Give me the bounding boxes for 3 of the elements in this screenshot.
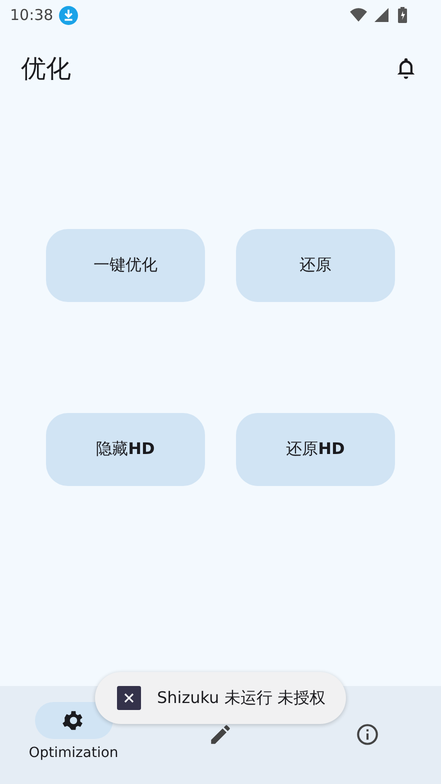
status-time: 10:38 <box>10 6 54 24</box>
toast-message: Shizuku 未运行 未授权 <box>157 688 326 708</box>
page-title: 优化 <box>21 52 71 84</box>
